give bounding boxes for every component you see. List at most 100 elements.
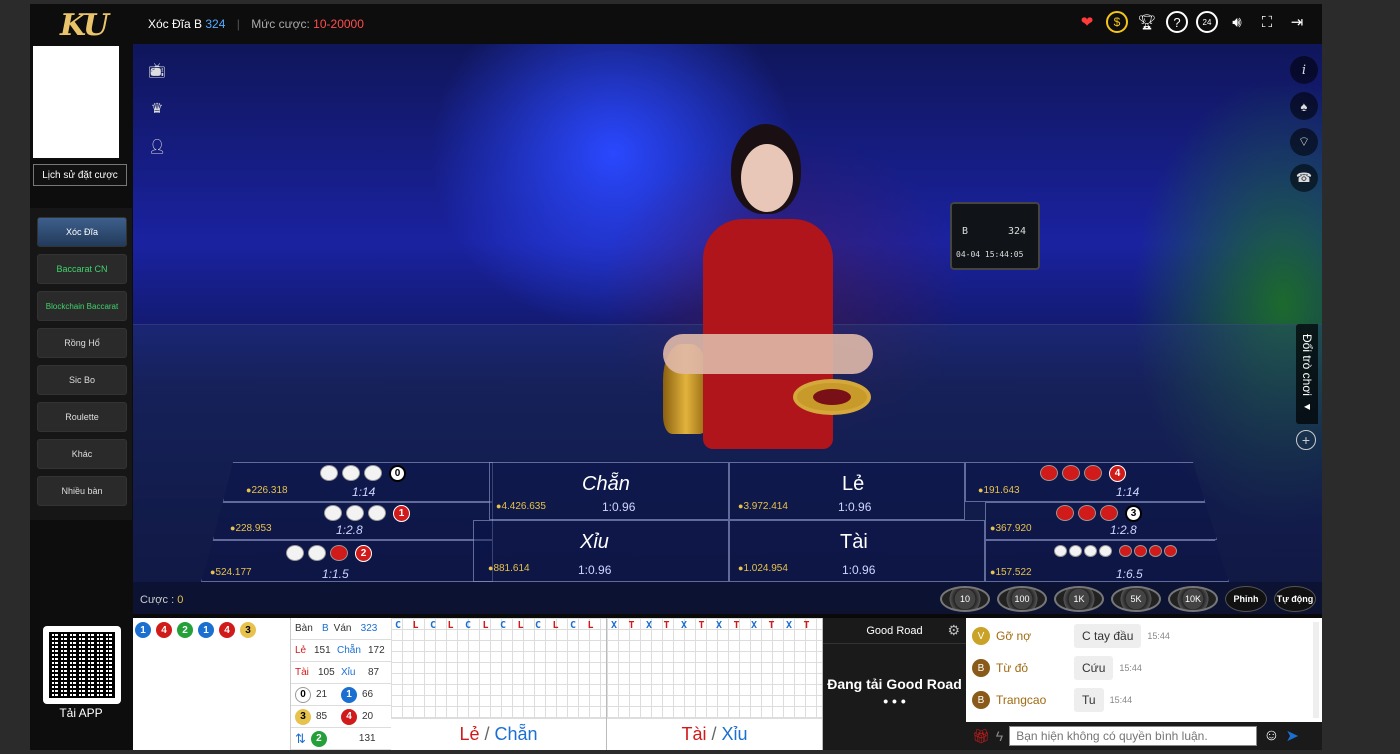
road-cell: T [628, 620, 635, 631]
road-cell: T [733, 620, 740, 631]
support-24-icon[interactable]: 24 [1196, 11, 1218, 33]
bet-chan[interactable]: Chẵn 4.426.635 1:0.96 [489, 462, 729, 520]
bet-bar: Cược : 0 10 100 1K 5K 10K Phỉnh Tự động [133, 582, 1322, 618]
game-item-khac[interactable]: Khác [37, 439, 127, 469]
logo: KU [60, 8, 109, 43]
swap-icon[interactable]: ⇅ [295, 731, 306, 747]
chip-selector: 10 100 1K 5K 10K Phỉnh Tự động [940, 586, 1316, 612]
road-cell: L [517, 620, 524, 631]
crown-icon[interactable]: ♛ [143, 94, 171, 122]
road-cell: X [646, 620, 653, 631]
road-cell: X [716, 620, 723, 631]
tv-icon[interactable]: 📺︎ [143, 56, 171, 84]
user-icon[interactable]: 👤︎ [143, 132, 171, 160]
road-cell: T [663, 620, 670, 631]
bet-history-button[interactable]: Lịch sử đặt cược [33, 164, 127, 186]
road-cell: C [570, 620, 577, 631]
road-cell: C [500, 620, 507, 631]
road-cell: C [535, 620, 542, 631]
road-cell: X [751, 620, 758, 631]
result-ball: 4 [219, 622, 235, 638]
stats-summary: Bàn B Ván 323 Lẻ 151 Chẵn 172 Tài 105 Xỉu 87 0 21 1… [291, 618, 391, 750]
chat-input[interactable] [1009, 726, 1258, 746]
phone-icon[interactable]: ☎ [1290, 164, 1318, 192]
cash-icon[interactable]: $ [1106, 11, 1128, 33]
bet-xiu[interactable]: Xỉu 881.614 1:0.96 [473, 520, 729, 582]
gear-icon[interactable]: ⚙ [947, 622, 960, 639]
result-ball: 2 [177, 622, 193, 638]
switch-game-button[interactable]: Đổi trò chơi ◂ [1296, 324, 1318, 424]
game-item-rong-ho[interactable]: Rồng Hổ [37, 328, 127, 358]
road-cell: X [681, 620, 688, 631]
dealer-thumbnail [33, 46, 119, 158]
live-video: B 324 04-04 15:44:05 📺︎ ♛ 👤︎ i ♠ ⌔ ☎ Đổi… [133, 44, 1322, 614]
wifi-icon[interactable]: ⌔ [1290, 128, 1318, 156]
gift-icon[interactable]: 🎁︎ [972, 728, 990, 745]
game-item-multi-table[interactable]: Nhiều bàn [37, 476, 127, 506]
trophy-icon[interactable]: 🏆︎ [1136, 11, 1158, 33]
chip-100[interactable]: 100 [997, 586, 1047, 612]
bet-le[interactable]: Lẻ 3.972.414 1:0.96 [729, 462, 965, 520]
odd-even-road-title: Lẻ / Chẵn [391, 718, 606, 750]
round-monitor: B 324 04-04 15:44:05 [950, 202, 1040, 270]
bet-range-label: Mức cược: [251, 17, 310, 31]
info-icon[interactable]: i [1290, 56, 1318, 84]
left-sidebar: Lịch sử đặt cược Xóc Đĩa Baccarat CN Blo… [30, 44, 132, 750]
result-ball: 1 [135, 622, 151, 638]
road-cell: L [412, 620, 419, 631]
chip-10[interactable]: 10 [940, 586, 990, 612]
spade-icon[interactable]: ♠ [1290, 92, 1318, 120]
recent-results: 142143 [135, 622, 256, 638]
chat-panel: V Gỡ nợ C tay đầu 15:44 B Từ đỏ Cứu 15:4… [966, 618, 1322, 750]
bet-3-red-1-white[interactable]: 367.920 1:2.8 3 [985, 502, 1217, 540]
game-item-sic-bo[interactable]: Sic Bo [37, 365, 127, 395]
road-cell: L [587, 620, 594, 631]
bet-total: Cược : 0 [140, 594, 184, 606]
good-road-title: Good Road [866, 624, 923, 637]
game-item-roulette[interactable]: Roulette [37, 402, 127, 432]
bet-3-white-1-red[interactable]: 228.953 1:2.8 1 [213, 502, 493, 540]
bet-tai[interactable]: Tài 1.024.954 1:0.96 [729, 520, 985, 582]
result-ball: 4 [156, 622, 172, 638]
road-cell: T [803, 620, 810, 631]
video-left-tools: 📺︎ ♛ 👤︎ [143, 56, 171, 160]
result-ball: 3 [240, 622, 256, 638]
game-window: KU Xóc Đĩa B 324 | Mức cược: 10-20000 ❤ … [30, 4, 1322, 750]
road-cell: L [552, 620, 559, 631]
sound-icon[interactable]: 🔊︎ [1226, 11, 1248, 33]
chip-5k[interactable]: 5K [1111, 586, 1161, 612]
game-item-xoc-dia[interactable]: Xóc Đĩa [37, 217, 127, 247]
good-road-panel: Good Road ⚙ Đang tải Good Road • • • [823, 618, 966, 750]
big-small-road-title: Tài / Xỉu [607, 718, 822, 750]
game-list: Xóc Đĩa Baccarat CN Blockchain Baccarat … [30, 208, 132, 520]
road-cell: X [786, 620, 793, 631]
chip-settings-button[interactable]: Phỉnh [1225, 586, 1267, 612]
fullscreen-icon[interactable]: ⛶ [1256, 11, 1278, 33]
game-item-baccarat-cn[interactable]: Baccarat CN [37, 254, 127, 284]
bet-4-white[interactable]: 226.318 1:14 0 [223, 462, 493, 502]
bet-4-white-4-red[interactable]: 157.522 1:6.5 [985, 540, 1229, 582]
help-icon[interactable]: ? [1166, 11, 1188, 33]
bet-4-red[interactable]: 191.643 1:14 4 [965, 462, 1205, 502]
chip-10k[interactable]: 10K [1168, 586, 1218, 612]
game-item-blockchain-baccarat[interactable]: Blockchain Baccarat [37, 291, 127, 321]
road-cell: T [698, 620, 705, 631]
emoji-icon[interactable]: ☺ [1263, 727, 1279, 745]
app-qr-code[interactable] [43, 626, 121, 704]
auto-bet-button[interactable]: Tự động [1274, 586, 1316, 612]
send-icon[interactable]: ➤ [1286, 726, 1299, 746]
bet-2-white-2-red[interactable]: 524.177 1:1.5 2 [201, 540, 493, 582]
road-cell: C [430, 620, 437, 631]
exit-icon[interactable]: ⇥ [1286, 11, 1308, 33]
table-info: Xóc Đĩa B 324 | Mức cược: 10-20000 [148, 17, 364, 31]
add-table-icon[interactable]: + [1296, 430, 1316, 450]
favorite-icon[interactable]: ❤ [1076, 11, 1098, 33]
download-app-label[interactable]: Tải APP [30, 706, 132, 720]
big-small-road: Tài / Xỉu XTXTXTXTXTXT [607, 618, 823, 750]
bet-board: 226.318 1:14 0 228.953 1:2.8 1 524.177 1… [133, 462, 1322, 584]
bottom-panel: 142143 Bàn B Ván 323 Lẻ 151 Chẵn 172 Tài 105 Xỉu… [133, 618, 1322, 750]
chat-scrollbar[interactable] [1313, 622, 1319, 718]
chip-1k[interactable]: 1K [1054, 586, 1104, 612]
result-ball: 1 [198, 622, 214, 638]
lightning-icon[interactable]: ϟ [996, 728, 1003, 744]
